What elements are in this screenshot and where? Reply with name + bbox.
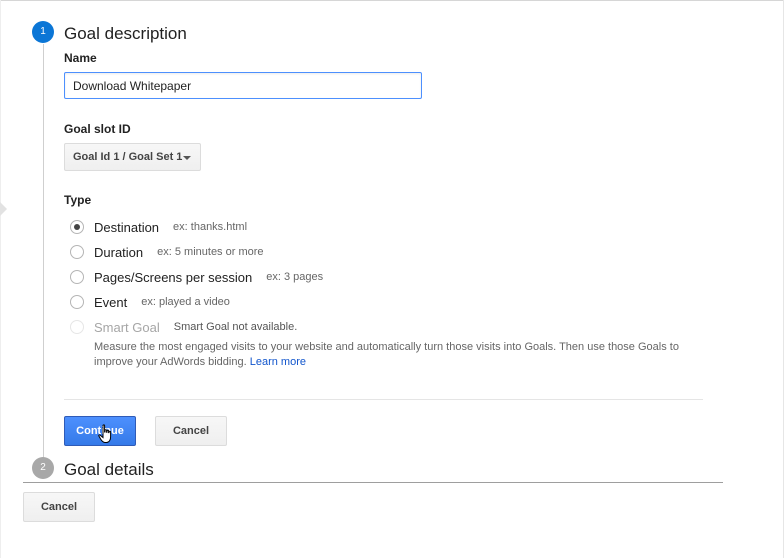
smart-goal-description-text: Measure the most engaged visits to your … <box>94 341 679 368</box>
caret-down-icon <box>183 156 191 160</box>
cancel-step-button[interactable]: Cancel <box>155 416 227 446</box>
smart-goal-unavailable-note: Smart Goal not available. <box>173 321 298 333</box>
smart-goal-description: Measure the most engaged visits to your … <box>94 340 694 370</box>
section-divider <box>23 482 723 483</box>
event-example: ex: played a video <box>141 296 230 308</box>
name-label: Name <box>64 51 97 65</box>
goal-name-input[interactable] <box>64 72 422 99</box>
destination-example: ex: thanks.html <box>173 221 248 233</box>
smart-goal-label: Smart Goal <box>94 319 160 335</box>
continue-button[interactable]: Continue <box>64 416 136 446</box>
event-radio[interactable] <box>70 295 84 309</box>
form-divider <box>64 399 703 400</box>
cancel-button[interactable]: Cancel <box>23 492 95 522</box>
step-1-indicator: 1 <box>32 21 54 43</box>
type-option-pages-per-session[interactable]: Pages/Screens per session ex: 3 pages <box>70 268 323 286</box>
type-option-event[interactable]: Event ex: played a video <box>70 293 230 311</box>
type-option-destination[interactable]: Destination ex: thanks.html <box>70 218 247 236</box>
step-2-title[interactable]: Goal details <box>64 460 154 480</box>
type-label: Type <box>64 193 92 207</box>
goal-slot-dropdown[interactable]: Goal Id 1 / Goal Set 1 <box>64 143 201 171</box>
pages-per-session-radio[interactable] <box>70 270 84 284</box>
left-border <box>0 0 1 558</box>
destination-label[interactable]: Destination <box>94 220 159 235</box>
event-label[interactable]: Event <box>94 295 127 310</box>
top-border <box>0 0 784 1</box>
duration-example: ex: 5 minutes or more <box>157 246 264 258</box>
smart-goal-radio <box>70 320 84 334</box>
duration-radio[interactable] <box>70 245 84 259</box>
pages-per-session-label[interactable]: Pages/Screens per session <box>94 270 252 285</box>
destination-radio[interactable] <box>70 220 84 234</box>
type-option-duration[interactable]: Duration ex: 5 minutes or more <box>70 243 264 261</box>
step-2-indicator: 2 <box>32 457 54 479</box>
step-1-title: Goal description <box>64 24 187 43</box>
duration-label[interactable]: Duration <box>94 245 143 260</box>
step-connector-line <box>43 44 44 458</box>
pages-per-session-example: ex: 3 pages <box>266 271 324 283</box>
goal-slot-label: Goal slot ID <box>64 122 131 136</box>
goal-slot-selected-value: Goal Id 1 / Goal Set 1 <box>73 151 183 163</box>
learn-more-link[interactable]: Learn more <box>250 356 306 368</box>
sidebar-collapse-notch <box>0 202 7 216</box>
type-option-smart-goal: Smart Goal Smart Goal not available. <box>70 318 297 336</box>
